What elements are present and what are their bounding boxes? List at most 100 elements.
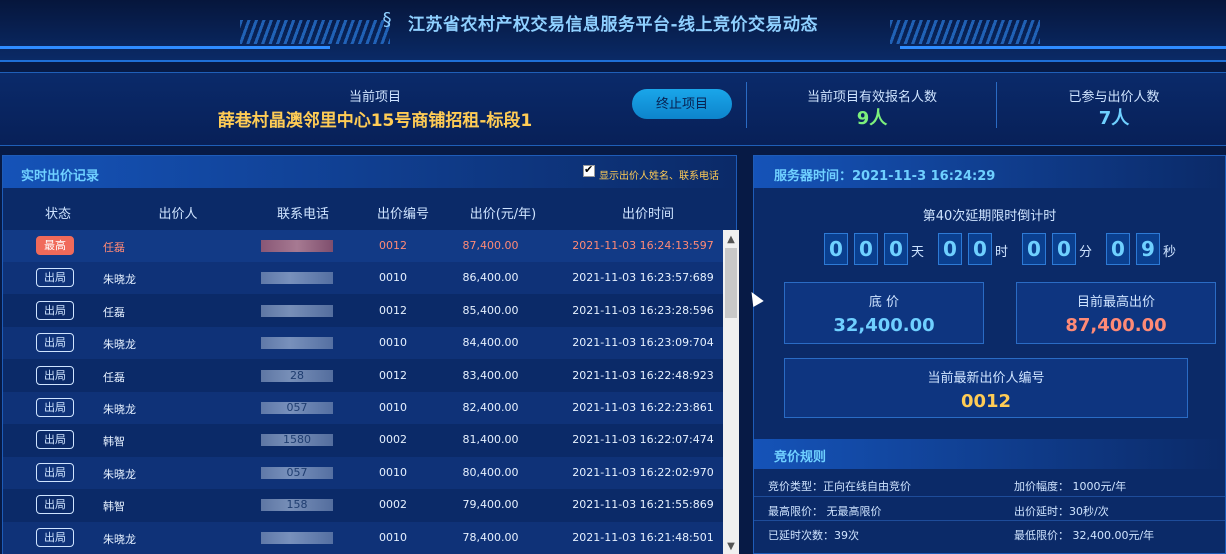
header-line-left [0, 46, 330, 49]
status-badge: 出局 [36, 268, 74, 288]
bid-time: 2021-11-03 16:23:57:689 [572, 271, 714, 285]
column-header-bidder: 出价人 [158, 207, 198, 222]
table-row: 出局 朱晓龙 057 0010 80,400.00 2021-11-03 16:22:02… [3, 456, 723, 489]
status-badge: 出局 [36, 495, 74, 515]
rule-item: 最高限价： 无最高限价 [768, 505, 882, 518]
bid-records-title: 实时出价记录 [21, 169, 100, 184]
current-project-name: 薛巷村晶澳邻里中心15号商铺招租-标段1 [217, 111, 533, 131]
bid-price: 86,400.00 [462, 271, 519, 285]
page-title: 江苏省农村产权交易信息服务平台-线上竞价交易动态 [407, 15, 819, 35]
bidder-name: 任磊 [103, 305, 125, 319]
column-header-time: 出价时间 [621, 207, 674, 222]
column-header-phone: 联系电话 [276, 207, 329, 222]
bidders-count-value: 7人 [1098, 108, 1130, 129]
phone-fragment: 057 [286, 465, 308, 479]
end-project-button[interactable]: 终止项目 [632, 89, 732, 119]
phone-fragment: 158 [286, 498, 308, 512]
base-price-value: 32,400.00 [833, 315, 935, 336]
bid-code: 0010 [379, 401, 407, 414]
bid-price: 85,400.00 [462, 303, 519, 317]
column-header-price: 出价(元/年) [469, 207, 537, 222]
phone-masked [261, 304, 333, 317]
phone-masked [261, 272, 333, 285]
countdown-digit: 0 [968, 233, 992, 265]
bidder-name: 任磊 [103, 370, 125, 384]
current-project-label: 当前项目 [348, 90, 401, 105]
rule-item: 最低限价： 32,400.00元/年 [1014, 529, 1155, 542]
highest-price-value: 87,400.00 [1065, 315, 1167, 336]
countdown-digit: 0 [824, 233, 848, 265]
countdown-label: 第40次延期限时倒计时 [922, 209, 1057, 224]
bid-price: 82,400.00 [462, 401, 519, 414]
bidder-name: 韩智 [103, 435, 125, 449]
bid-price: 81,400.00 [462, 433, 519, 447]
bid-time: 2021-11-03 16:21:55:869 [572, 498, 714, 512]
bid-time: 2021-11-03 16:21:48:501 [572, 530, 714, 544]
registered-count-value: 9人 [856, 108, 888, 129]
rule-item: 竞价类型：正向在线自由竞价 [768, 480, 911, 493]
bid-code: 0012 [379, 239, 407, 252]
table-row: 出局 朱晓龙 0010 86,400.00 2021-11-03 16:23:57:68… [3, 262, 723, 295]
bid-time: 2021-11-03 16:23:09:704 [572, 336, 714, 350]
status-badge: 出局 [36, 333, 74, 353]
bid-code: 0002 [379, 498, 407, 512]
divider [746, 82, 747, 128]
show-bidder-info-checkbox[interactable] [583, 163, 595, 177]
server-time-header: 服务器时间：2021-11-3 16:24:29 [754, 156, 1225, 188]
bid-rules-header: 竞价规则 [754, 439, 1225, 469]
table-row: 出局 朱晓龙 057 0010 82,400.00 2021-11-03 16:22:23… [3, 392, 723, 424]
bid-price: 80,400.00 [462, 465, 519, 479]
table-row: 出局 朱晓龙 0010 78,400.00 2021-11-03 16:21:48:50… [3, 521, 723, 554]
countdown-digit: 9 [1136, 233, 1160, 265]
table-row: 出局 韩智 1580 0002 81,400.00 2021-11-03 16:22:07… [3, 424, 723, 456]
bid-time: 2021-11-03 16:22:23:861 [572, 401, 714, 414]
bid-code: 0010 [379, 336, 407, 350]
status-badge: 最高 [36, 236, 74, 255]
bid-code: 0010 [379, 530, 407, 544]
phone-masked [261, 240, 333, 252]
bid-records-header: 实时出价记录 显示出价人姓名、联系电话 [3, 156, 736, 188]
bid-rules-title: 竞价规则 [774, 450, 827, 465]
countdown-digit: 0 [1052, 233, 1076, 265]
countdown-unit-day: 天 [911, 245, 925, 260]
rule-item: 加价幅度： 1000元/年 [1014, 480, 1127, 493]
column-header-code: 出价编号 [376, 207, 429, 222]
scroll-down-icon[interactable]: ▼ [723, 539, 739, 554]
bidder-name: 朱晓龙 [103, 467, 136, 481]
bid-price: 87,400.00 [462, 239, 519, 252]
bid-price: 84,400.00 [462, 336, 519, 350]
bidders-count-label: 已参与出价人数 [1068, 90, 1160, 105]
bid-price: 83,400.00 [462, 368, 519, 382]
rule-divider [754, 496, 1225, 497]
bid-code: 0010 [379, 465, 407, 479]
bidder-name: 朱晓龙 [103, 403, 136, 416]
bidder-name: 朱晓龙 [103, 273, 136, 287]
countdown-digit: 0 [938, 233, 962, 265]
status-badge: 出局 [36, 430, 74, 450]
bid-price: 78,400.00 [462, 530, 519, 544]
server-time: 服务器时间：2021-11-3 16:24:29 [774, 169, 996, 184]
bid-code: 0012 [379, 368, 407, 382]
bid-price: 79,400.00 [462, 498, 519, 512]
table-row: 出局 朱晓龙 0010 84,400.00 2021-11-03 16:23:09:70… [3, 327, 723, 360]
bidder-name: 韩智 [103, 500, 125, 514]
column-header-status: 状态 [44, 207, 71, 222]
countdown-digit: 0 [1022, 233, 1046, 265]
header-line-right [900, 46, 1226, 49]
rule-item: 出价延时：30秒/次 [1014, 505, 1109, 518]
scrollbar-thumb[interactable] [725, 248, 737, 318]
table-row: 最高 任磊 0012 87,400.00 2021-11-03 16:24:13:597 [3, 230, 723, 262]
status-badge: 出局 [36, 300, 74, 320]
highest-price-box: 目前最高出价 87,400.00 [1016, 282, 1216, 344]
phone-fragment: 1580 [283, 433, 311, 447]
bid-code: 0002 [379, 433, 407, 447]
bidder-name: 朱晓龙 [103, 338, 136, 352]
show-bidder-info-label: 显示出价人姓名、联系电话 [599, 171, 719, 182]
countdown-digit: 0 [884, 233, 908, 265]
phone-masked [261, 337, 333, 350]
latest-bidder-value: 0012 [960, 391, 1012, 412]
scroll-up-icon[interactable]: ▲ [723, 232, 739, 248]
status-badge: 出局 [36, 527, 74, 547]
bid-time: 2021-11-03 16:22:02:970 [572, 465, 714, 479]
highest-price-label: 目前最高出价 [1076, 295, 1155, 310]
